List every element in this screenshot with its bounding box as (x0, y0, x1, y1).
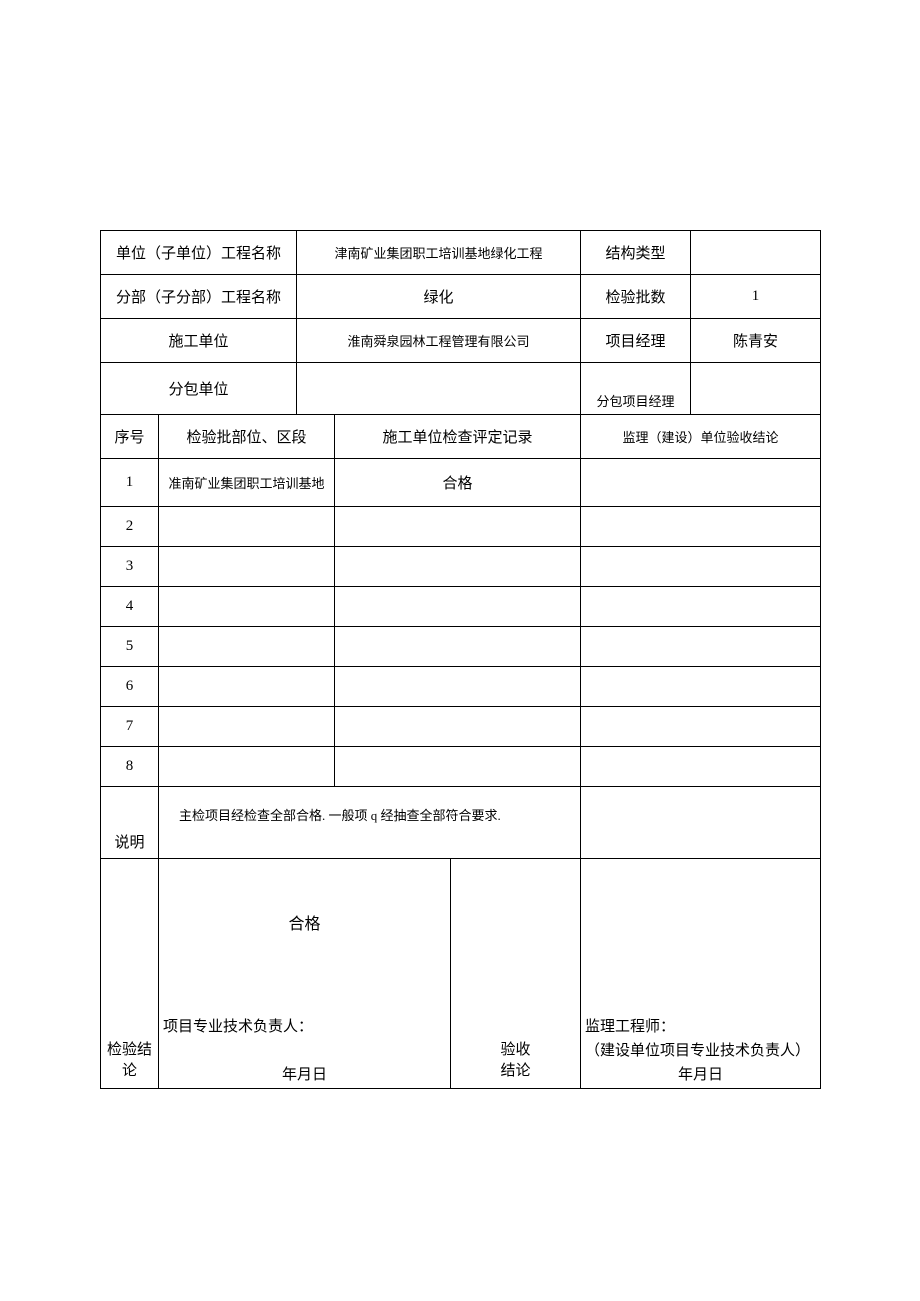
cell-part (159, 547, 335, 587)
cell-seq: 1 (101, 459, 159, 507)
label-structure-type: 结构类型 (581, 231, 691, 275)
note-empty (581, 787, 821, 859)
note-row: 说明 主检项目经检查全部合格. 一般项 q 经抽查全部符合要求. (101, 787, 821, 859)
table-header-row: 序号 检验批部位、区段 施工单位检查评定记录 监理（建设）单位验收结论 (101, 415, 821, 459)
value-subunit-name: 绿化 (297, 275, 581, 319)
cell-concl (581, 587, 821, 627)
cell-concl (581, 667, 821, 707)
owner-tech-lead: （建设单位项目专业技术负责人） (585, 1039, 816, 1063)
tech-lead-sig: 项目专业技术负责人： (163, 1015, 446, 1039)
cell-record (335, 547, 581, 587)
inspection-form: 单位（子单位）工程名称 津南矿业集团职工培训基地绿化工程 结构类型 分部（子分部… (100, 230, 821, 1089)
cell-seq: 3 (101, 547, 159, 587)
acceptance-date: 年月日 (585, 1063, 816, 1084)
cell-part (159, 627, 335, 667)
acceptance-spacer (585, 859, 816, 1015)
cell-record (335, 507, 581, 547)
tech-lead-spacer (163, 1039, 446, 1063)
cell-part (159, 707, 335, 747)
cell-part (159, 747, 335, 787)
value-batch-count: 1 (691, 275, 821, 319)
hdr-row-1: 单位（子单位）工程名称 津南矿业集团职工培训基地绿化工程 结构类型 (101, 231, 821, 275)
acceptance-conclusion-label: 验收 结论 (451, 859, 581, 1089)
label-contractor: 施工单位 (101, 319, 297, 363)
conclusion-row: 检验结 论 合格 项目专业技术负责人： 年月日 验收 结论 监理工程师： （建设… (101, 859, 821, 1089)
table-row: 1 准南矿业集团职工培训基地 合格 (101, 459, 821, 507)
value-structure-type (691, 231, 821, 275)
value-pm: 陈青安 (691, 319, 821, 363)
inspection-result: 合格 (163, 859, 446, 1015)
cell-part (159, 587, 335, 627)
cell-seq: 4 (101, 587, 159, 627)
label-batch-count: 检验批数 (581, 275, 691, 319)
cell-record (335, 747, 581, 787)
label-sub-pm: 分包项目经理 (581, 363, 691, 415)
label-subcontractor: 分包单位 (101, 363, 297, 415)
cell-seq: 2 (101, 507, 159, 547)
hdr-row-4: 分包单位 分包项目经理 (101, 363, 821, 415)
cell-concl (581, 507, 821, 547)
label-subunit-name: 分部（子分部）工程名称 (101, 275, 297, 319)
cell-record: 合格 (335, 459, 581, 507)
cell-record (335, 667, 581, 707)
cell-record (335, 587, 581, 627)
hdr-row-2: 分部（子分部）工程名称 绿化 检验批数 1 (101, 275, 821, 319)
cell-seq: 8 (101, 747, 159, 787)
th-seq: 序号 (101, 415, 159, 459)
table-row: 7 (101, 707, 821, 747)
cell-part: 准南矿业集团职工培训基地 (159, 459, 335, 507)
table-row: 3 (101, 547, 821, 587)
cell-concl (581, 547, 821, 587)
table-row: 2 (101, 507, 821, 547)
cell-concl (581, 747, 821, 787)
note-text: 主检项目经检查全部合格. 一般项 q 经抽查全部符合要求. (159, 787, 581, 859)
th-record: 施工单位检查评定记录 (335, 415, 581, 459)
table-row: 8 (101, 747, 821, 787)
value-contractor: 淮南舜泉园林工程管理有限公司 (297, 319, 581, 363)
cell-record (335, 627, 581, 667)
acceptance-conclusion-body: 监理工程师： （建设单位项目专业技术负责人） 年月日 (581, 859, 821, 1089)
cell-concl (581, 627, 821, 667)
value-sub-pm (691, 363, 821, 415)
note-label: 说明 (101, 787, 159, 859)
cell-concl (581, 459, 821, 507)
cell-record (335, 707, 581, 747)
table-row: 6 (101, 667, 821, 707)
value-subcontractor (297, 363, 581, 415)
table-row: 4 (101, 587, 821, 627)
inspection-conclusion-label: 检验结 论 (101, 859, 159, 1089)
hdr-row-3: 施工单位 淮南舜泉园林工程管理有限公司 项目经理 陈青安 (101, 319, 821, 363)
cell-concl (581, 707, 821, 747)
cell-part (159, 507, 335, 547)
th-part: 检验批部位、区段 (159, 415, 335, 459)
inspection-conclusion-body: 合格 项目专业技术负责人： 年月日 (159, 859, 451, 1089)
table-row: 5 (101, 627, 821, 667)
inspection-date: 年月日 (163, 1063, 446, 1084)
cell-seq: 6 (101, 667, 159, 707)
cell-seq: 5 (101, 627, 159, 667)
supervisor-sig: 监理工程师： (585, 1015, 816, 1039)
value-unit-name: 津南矿业集团职工培训基地绿化工程 (297, 231, 581, 275)
cell-seq: 7 (101, 707, 159, 747)
cell-part (159, 667, 335, 707)
th-conclusion: 监理（建设）单位验收结论 (581, 415, 821, 459)
label-pm: 项目经理 (581, 319, 691, 363)
label-unit-name: 单位（子单位）工程名称 (101, 231, 297, 275)
